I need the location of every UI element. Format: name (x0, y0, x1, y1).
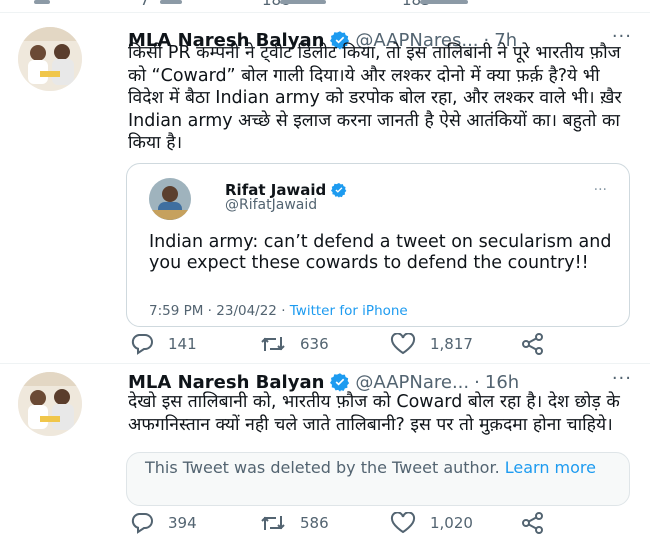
avatar-image (18, 372, 82, 436)
retweet-button[interactable]: 586 (260, 512, 329, 534)
views-icon (280, 0, 326, 4)
verified-badge-icon (330, 372, 350, 392)
reply-button[interactable]: 394 (130, 512, 197, 534)
share-icon (522, 512, 543, 534)
author-handle[interactable]: @AAPNare... (355, 372, 469, 393)
deleted-notice-text: This Tweet was deleted by the Tweet auth… (145, 458, 505, 477)
previous-reply-count: 7 (140, 0, 150, 9)
like-button[interactable]: 1,817 (390, 333, 473, 355)
share-button[interactable] (520, 512, 560, 534)
quoted-tweet[interactable]: Rifat Jawaid @RifatJawaid ··· Indian arm… (126, 163, 630, 327)
timestamp[interactable]: 16h (485, 372, 519, 393)
like-icon (390, 333, 416, 355)
share-button[interactable] (520, 333, 560, 355)
retweet-button[interactable]: 636 (260, 333, 329, 355)
tweet[interactable]: MLA Naresh Balyan @AAPNare... · 16h ··· … (0, 364, 650, 540)
share-icon (522, 333, 543, 355)
author-name[interactable]: MLA Naresh Balyan (128, 372, 324, 393)
retweet-icon (261, 516, 285, 530)
learn-more-link[interactable]: Learn more (505, 458, 596, 477)
avatar[interactable] (18, 27, 82, 91)
retweet-icon (261, 337, 285, 351)
retweet-count: 586 (300, 514, 329, 532)
reply-icon (131, 513, 153, 534)
quote-text: Indian army: can’t defend a tweet on sec… (149, 232, 612, 273)
reply-icon (131, 334, 153, 355)
like-count: 1,817 (430, 335, 473, 353)
retweet-icon (160, 0, 182, 4)
reply-icon (34, 0, 50, 4)
verified-badge-icon (331, 182, 347, 198)
tweet-actions: 141 636 1,817 (130, 333, 630, 357)
like-icon (390, 512, 416, 534)
retweet-count: 636 (300, 335, 329, 353)
reply-count: 141 (168, 335, 197, 353)
avatar-image (18, 27, 82, 91)
avatar[interactable] (18, 372, 82, 436)
more-icon[interactable]: ··· (612, 368, 632, 389)
quote-author-handle[interactable]: @RifatJawaid (225, 197, 317, 213)
quote-avatar[interactable] (149, 178, 191, 220)
deleted-tweet-notice: This Tweet was deleted by the Tweet auth… (126, 452, 630, 506)
quote-timestamp: 7:59 PM · 23/04/22 · (149, 303, 290, 319)
reply-button[interactable]: 141 (130, 333, 197, 355)
tweet-actions: 394 586 1,020 (130, 512, 630, 536)
reply-count: 394 (168, 514, 197, 532)
quote-source-link[interactable]: Twitter for iPhone (290, 303, 408, 319)
quote-meta: 7:59 PM · 23/04/22 · Twitter for iPhone (149, 303, 408, 319)
tweet-text: देखो इस तालिबानी को, भारतीय फ़ौज को Cowa… (128, 392, 620, 435)
more-icon[interactable]: ··· (594, 182, 607, 198)
tweet[interactable]: MLA Naresh Balyan @AAPNares... · 7h ··· … (0, 13, 650, 363)
like-button[interactable]: 1,020 (390, 512, 473, 534)
like-count: 1,020 (430, 514, 473, 532)
previous-tweet-actions-partial: 7 188 183 (0, 0, 650, 12)
tweet-text: किसी PR कम्पनी ने ट्वीट डिलीट किया, तो इ… (128, 43, 622, 153)
like-icon (420, 0, 468, 4)
separator: · (474, 371, 480, 393)
